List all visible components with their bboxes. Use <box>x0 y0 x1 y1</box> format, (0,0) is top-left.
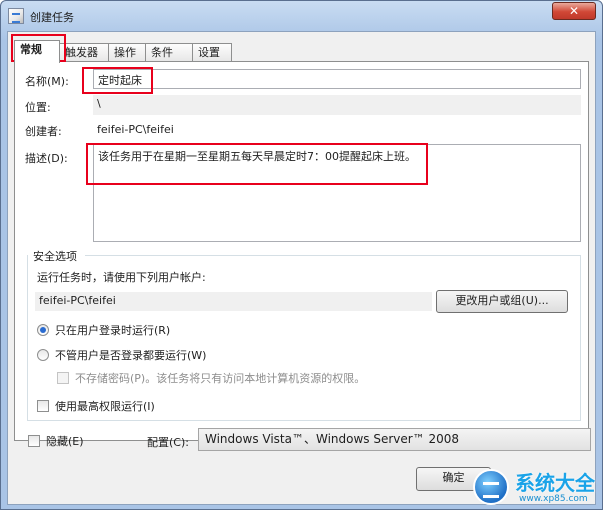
description-label: 描述(D): <box>25 152 68 165</box>
author-value: feifei-PC\feifei <box>97 123 174 136</box>
title-bar[interactable]: 创建任务 ✕ <box>1 1 602 31</box>
description-textarea[interactable]: 该任务用于在星期一至星期五每天早晨定时7：00提醒起床上班。 <box>93 144 581 242</box>
dialog-client-area: 常规 触发器 操作 条件 设置 名称(M): 定时起床 位置: \ 创建者: f… <box>7 31 596 505</box>
window-title: 创建任务 <box>30 11 74 24</box>
run-as-label: 运行任务时，请使用下列用户帐户: <box>37 271 206 284</box>
no-store-password-checkbox <box>57 372 69 384</box>
name-input[interactable]: 定时起床 <box>93 69 581 89</box>
configure-dropdown[interactable]: Windows Vista™、Windows Server™ 2008 <box>198 428 591 451</box>
user-account-value: feifei-PC\feifei <box>35 292 432 311</box>
author-label: 创建者: <box>25 125 62 138</box>
watermark-logo-icon <box>473 469 509 505</box>
highest-privileges-checkbox[interactable] <box>37 400 49 412</box>
hidden-checkbox[interactable] <box>28 435 40 447</box>
description-text: 该任务用于在星期一至星期五每天早晨定时7：00提醒起床上班。 <box>98 150 416 163</box>
configure-label: 配置(C): <box>147 436 189 449</box>
tab-settings[interactable]: 设置 <box>192 43 232 62</box>
site-watermark: 系统大全 www.xp85.com <box>467 467 602 509</box>
location-value: \ <box>93 95 581 115</box>
location-label: 位置: <box>25 101 51 114</box>
highest-privileges-label[interactable]: 使用最高权限运行(I) <box>55 398 155 414</box>
general-tab-panel: 名称(M): 定时起床 位置: \ 创建者: feifei-PC\feifei … <box>14 61 589 441</box>
name-label: 名称(M): <box>25 75 69 88</box>
tab-triggers[interactable]: 触发器 <box>59 43 109 62</box>
run-only-logged-on-label[interactable]: 只在用户登录时运行(R) <box>55 322 170 338</box>
hidden-label[interactable]: 隐藏(E) <box>46 433 84 449</box>
task-scheduler-icon <box>8 8 24 24</box>
tab-conditions[interactable]: 条件 <box>145 43 193 62</box>
create-task-window: 创建任务 ✕ 常规 触发器 操作 条件 设置 名称(M): 定时起床 位置: \… <box>0 0 603 510</box>
change-user-button[interactable]: 更改用户或组(U)... <box>436 290 568 313</box>
run-only-logged-on-radio[interactable] <box>37 324 49 336</box>
watermark-url: www.xp85.com <box>519 494 588 504</box>
no-store-password-label: 不存储密码(P)。该任务将只有访问本地计算机资源的权限。 <box>75 372 366 385</box>
tab-actions[interactable]: 操作 <box>108 43 146 62</box>
close-button[interactable]: ✕ <box>552 2 596 20</box>
run-whether-logged-on-label[interactable]: 不管用户是否登录都要运行(W) <box>55 347 206 363</box>
tab-general[interactable]: 常规 <box>14 40 60 63</box>
run-whether-logged-on-radio[interactable] <box>37 349 49 361</box>
watermark-title: 系统大全 <box>515 471 595 495</box>
